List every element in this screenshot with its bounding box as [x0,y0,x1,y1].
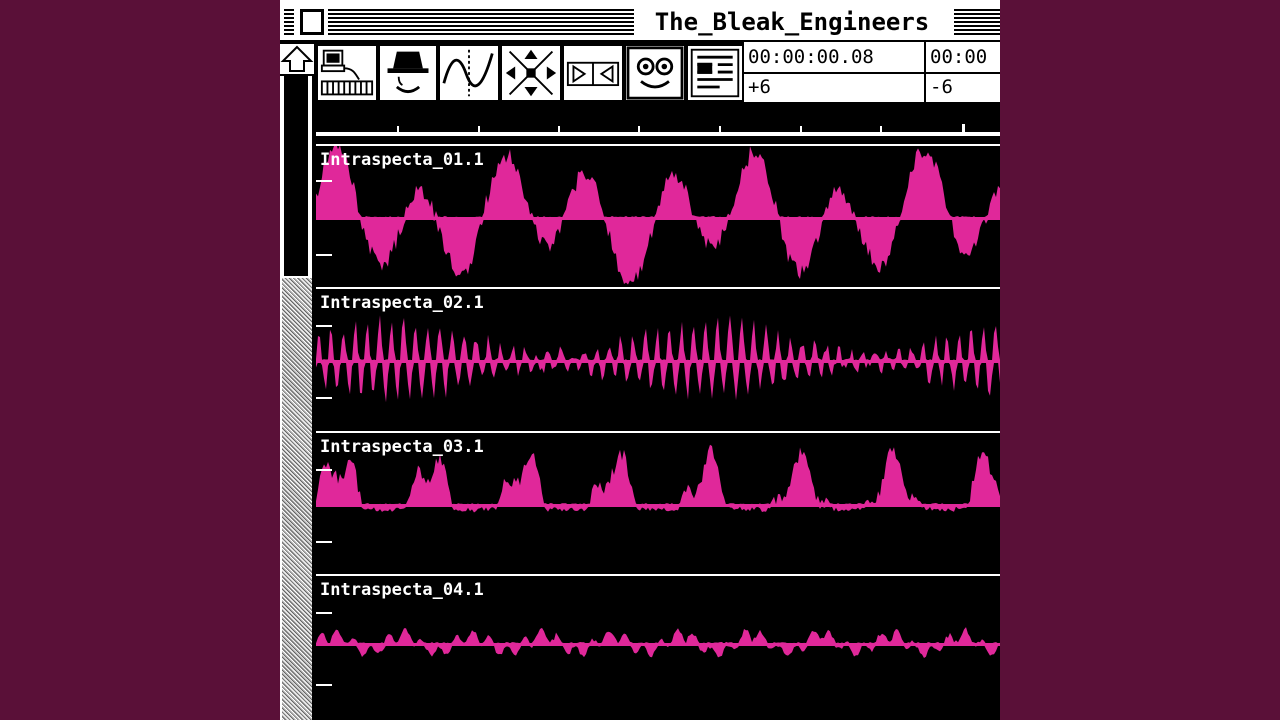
track-name: Intraspecta_04.1 [320,580,484,600]
computer-keyboard-icon[interactable] [316,44,378,102]
title-stripes [954,9,1000,35]
waveform-shape [316,627,1000,658]
track-3[interactable]: Intraspecta_03.1 [316,431,1000,575]
playback-icon[interactable] [562,44,624,102]
waveform [316,627,1000,658]
scroll-pattern [282,278,312,720]
time-counter-right: 00:00 [930,46,988,68]
waveform-baseline [316,360,1000,363]
track-2[interactable]: Intraspecta_02.1 [316,287,1000,431]
track-name: Intraspecta_03.1 [320,437,484,457]
track-name: Intraspecta_02.1 [320,293,484,313]
document-icon[interactable] [686,44,744,102]
waveform-shape [316,315,1000,403]
vertical-scrollbar[interactable] [280,76,314,720]
waveform-icon[interactable] [438,44,500,102]
time-counter-left: 00:00:00.08 [748,46,874,68]
move-arrows-icon[interactable] [500,44,562,102]
up-arrow-icon[interactable] [280,44,314,74]
title-stripes [328,9,634,35]
timeline-ruler[interactable] [316,104,1000,144]
track-4[interactable]: Intraspecta_04.1 [316,574,1000,718]
close-box-icon[interactable] [300,9,324,35]
level-left: +6 [748,76,771,98]
face-icon[interactable] [624,44,686,102]
waveform [316,315,1000,403]
level-right: -6 [930,76,953,98]
track-name: Intraspecta_01.1 [320,150,484,170]
window-title: The_Bleak_Engineers [642,6,942,38]
waveform-baseline [316,504,1000,507]
counter-display: 00:00:00.08 00:00 +6 -6 [744,42,1000,104]
waveform-baseline [316,217,1000,220]
title-bar[interactable]: The_Bleak_Engineers [280,0,1000,42]
hat-face-icon[interactable] [378,44,438,102]
scroll-track[interactable] [284,76,308,276]
track-1[interactable]: Intraspecta_01.1 [316,144,1000,288]
title-stripes [284,9,294,35]
app-window: The_Bleak_Engineers 00:00:00.08 00:00 +6 [280,0,1000,720]
waveform-baseline [316,643,1000,646]
